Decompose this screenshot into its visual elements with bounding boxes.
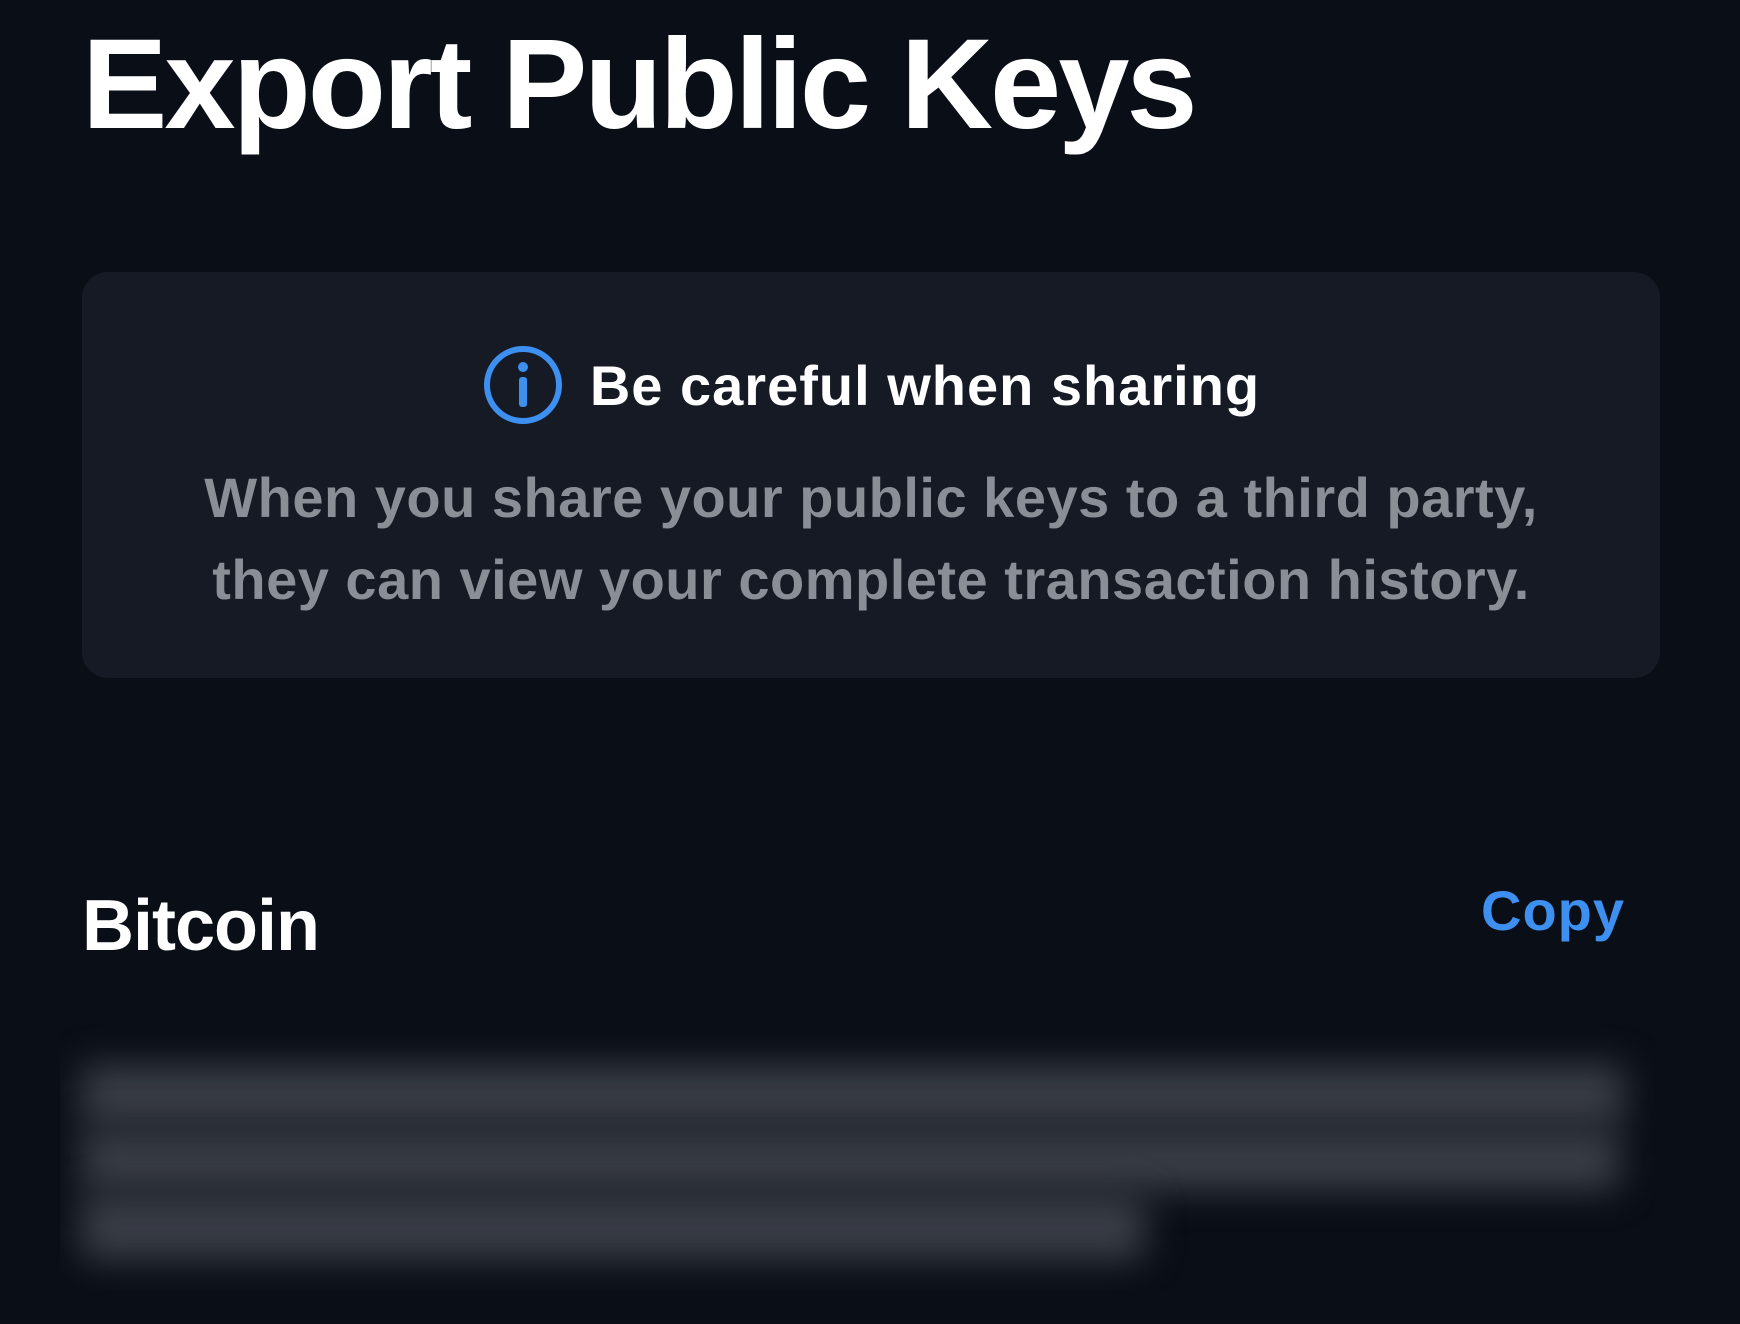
warning-message-line: When you share your public keys to a thi…	[204, 466, 1538, 529]
redacted-key-line	[80, 1065, 1625, 1125]
warning-heading: Be careful when sharing	[82, 344, 1660, 426]
bitcoin-public-key-field[interactable]	[60, 1025, 1655, 1290]
bitcoin-section-title: Bitcoin	[82, 886, 320, 966]
redacted-key-line	[80, 1195, 1145, 1260]
warning-message: When you share your public keys to a thi…	[122, 457, 1620, 621]
warning-card: Be careful when sharing When you share y…	[82, 272, 1660, 678]
page-title: Export Public Keys	[82, 13, 1198, 156]
info-icon	[483, 346, 562, 424]
copy-button[interactable]: Copy	[1481, 878, 1625, 943]
redacted-key-line	[80, 1130, 1620, 1190]
warning-message-line: they can view your complete transaction …	[212, 548, 1530, 611]
warning-title: Be careful when sharing	[589, 353, 1261, 417]
